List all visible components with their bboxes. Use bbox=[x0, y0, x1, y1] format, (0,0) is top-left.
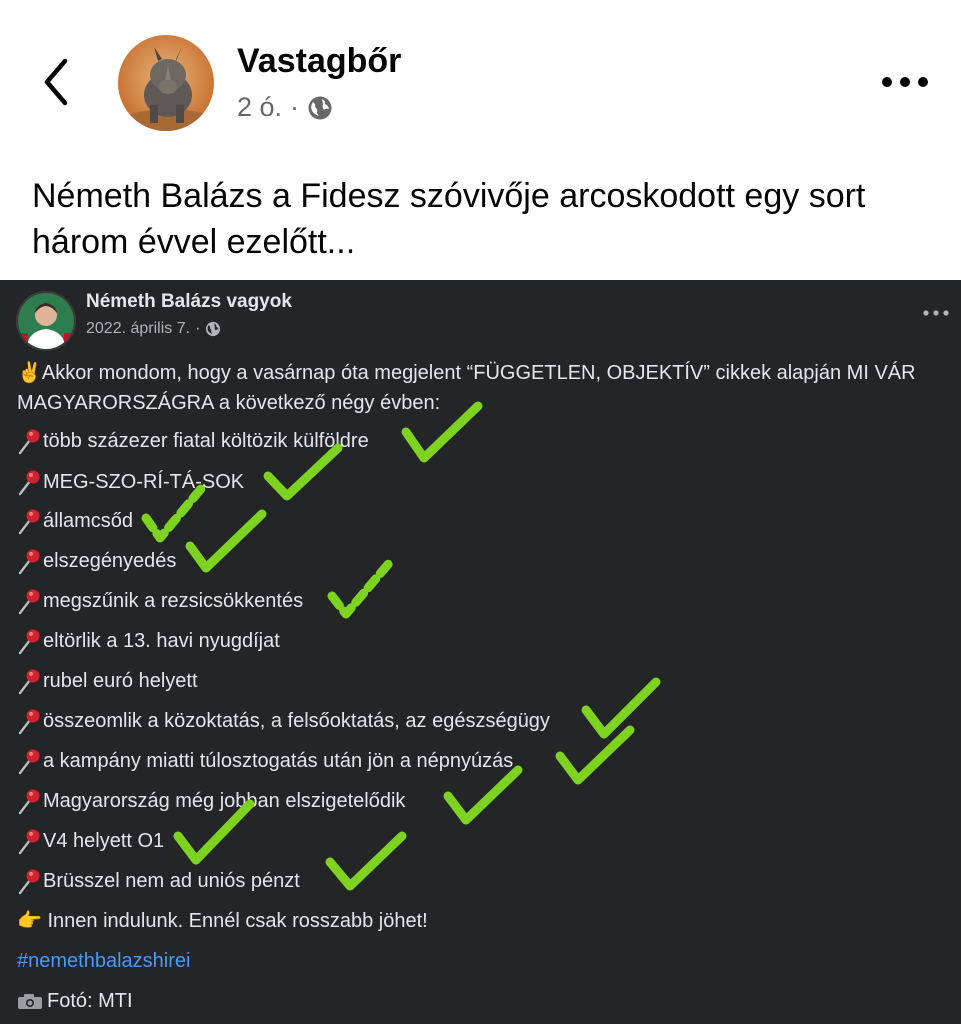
pushpin-icon bbox=[18, 549, 40, 575]
post-time[interactable]: 2 ó. bbox=[237, 92, 282, 123]
embedded-list-item: MEG-SZO-RÍ-TÁ-SOK bbox=[17, 467, 244, 497]
meta-dot: · bbox=[290, 92, 300, 122]
embedded-closing-line: 👉 Innen indulunk. Ennél csak rosszabb jö… bbox=[17, 910, 428, 932]
camera-icon bbox=[18, 994, 42, 1009]
pushpin-icon bbox=[18, 869, 40, 895]
embedded-list-item: elszegényedés bbox=[17, 546, 176, 576]
checkmark-icon bbox=[443, 765, 523, 825]
embedded-list-item: államcsőd bbox=[17, 506, 133, 536]
post-text: Németh Balázs a Fidesz szóvivője arcosko… bbox=[32, 177, 866, 261]
back-button[interactable] bbox=[30, 50, 82, 114]
list-item-text: elszegényedés bbox=[43, 550, 177, 572]
pushpin-icon bbox=[18, 749, 40, 775]
pushpin-icon bbox=[18, 589, 40, 615]
embedded-list-item: összeomlik a közoktatás, a felsőoktatás,… bbox=[17, 706, 550, 736]
embedded-list-item: Magyarország még jobban elszigetelődik bbox=[17, 786, 405, 816]
checkmark-icon bbox=[555, 725, 635, 785]
embedded-list-item: Brüsszel nem ad uniós pénzt bbox=[17, 866, 300, 896]
pushpin-icon bbox=[18, 789, 40, 815]
post-header: Vastagbőr 2 ó. · bbox=[0, 0, 961, 150]
more-dots-icon bbox=[882, 77, 928, 87]
pushpin-icon bbox=[18, 509, 40, 535]
embedded-list-item: megszűnik a rezsicsökkentés bbox=[17, 586, 303, 616]
embedded-list-item: rubel euró helyett bbox=[17, 666, 198, 696]
pushpin-icon bbox=[18, 470, 40, 496]
embedded-meta-dot: · bbox=[195, 320, 201, 337]
pushpin-icon bbox=[18, 429, 40, 455]
list-item-text: összeomlik a közoktatás, a felsőoktatás,… bbox=[43, 710, 550, 732]
pushpin-icon bbox=[18, 709, 40, 735]
list-item-text: MEG-SZO-RÍ-TÁ-SOK bbox=[43, 471, 245, 493]
embedded-post-date: 2022. április 7. bbox=[86, 320, 191, 337]
list-item-text: megszűnik a rezsicsökkentés bbox=[43, 590, 304, 612]
list-item-text: Magyarország még jobban elszigetelődik bbox=[43, 790, 406, 812]
list-item-text: több százezer fiatal költözik külföldre bbox=[43, 430, 369, 452]
pushpin-icon bbox=[18, 829, 40, 855]
embedded-list-item: V4 helyett O1 bbox=[17, 826, 164, 856]
embedded-photo-credit: Fotó: MTI bbox=[17, 986, 133, 1016]
list-item-text: rubel euró helyett bbox=[43, 670, 198, 692]
post-meta: 2 ó. · bbox=[237, 92, 333, 123]
list-item-text: államcsőd bbox=[43, 510, 134, 532]
pushpin-icon bbox=[18, 669, 40, 695]
embedded-intro-text: ✌️Akkor mondom, hogy a vasárnap óta megj… bbox=[17, 362, 916, 414]
more-dots-icon bbox=[923, 310, 949, 316]
checkmark-icon bbox=[327, 557, 395, 619]
pushpin-icon bbox=[18, 629, 40, 655]
rhino-avatar-image bbox=[118, 35, 214, 131]
post-more-button[interactable] bbox=[870, 62, 940, 102]
chevron-left-icon bbox=[44, 58, 68, 106]
embedded-author-avatar bbox=[16, 291, 76, 351]
list-item-text: a kampány miatti túlosztogatás után jön … bbox=[43, 750, 514, 772]
globe-icon bbox=[308, 96, 332, 119]
embedded-more-button bbox=[918, 302, 954, 324]
globe-icon bbox=[206, 321, 221, 337]
embedded-post-meta: 2022. április 7. · bbox=[86, 320, 221, 338]
author-avatar[interactable] bbox=[118, 35, 214, 131]
list-item-text: V4 helyett O1 bbox=[43, 830, 165, 852]
author-name[interactable]: Vastagbőr bbox=[237, 42, 401, 81]
list-item-text: eltörlik a 13. havi nyugdíjat bbox=[43, 630, 280, 652]
list-item-text: Brüsszel nem ad uniós pénzt bbox=[43, 870, 300, 892]
embedded-list-item: eltörlik a 13. havi nyugdíjat bbox=[17, 626, 280, 656]
checkmark-icon bbox=[325, 831, 407, 891]
checkmark-icon bbox=[581, 677, 661, 739]
embedded-list-item: több százezer fiatal költözik külföldre bbox=[17, 426, 369, 456]
photo-credit-text: Fotó: MTI bbox=[47, 990, 133, 1012]
embedded-author-name: Németh Balázs vagyok bbox=[86, 291, 292, 312]
embedded-hashtag: #nemethbalazshirei bbox=[17, 950, 191, 972]
embedded-post-image[interactable]: Németh Balázs vagyok 2022. április 7. · … bbox=[0, 280, 961, 1024]
embedded-list-item: a kampány miatti túlosztogatás után jön … bbox=[17, 746, 513, 776]
checkmark-icon bbox=[185, 509, 267, 573]
